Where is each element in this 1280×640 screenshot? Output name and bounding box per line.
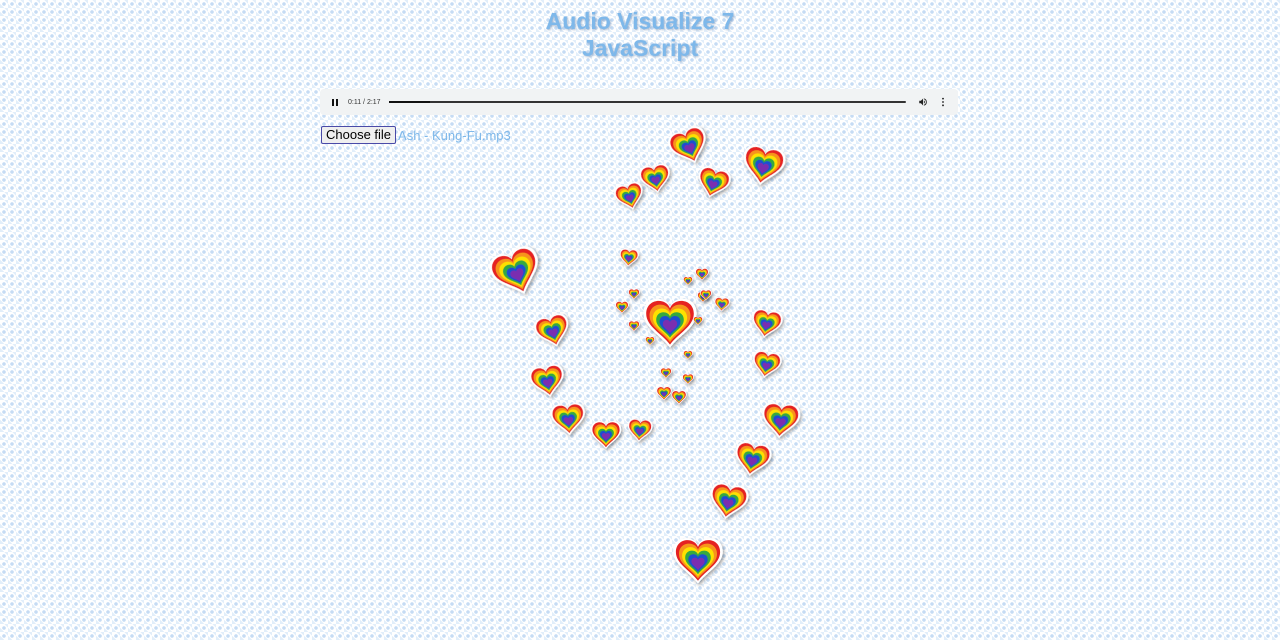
- rainbow-heart: [614, 182, 643, 210]
- rainbow-heart: [735, 441, 772, 476]
- pause-icon: [332, 98, 338, 106]
- rainbow-heart: [615, 301, 629, 314]
- rainbow-heart: [683, 276, 693, 286]
- rainbow-heart: [643, 298, 697, 348]
- rainbow-heart: [550, 402, 585, 436]
- rainbow-heart: [489, 246, 538, 294]
- rainbow-heart: [660, 367, 672, 379]
- rainbow-heart: [590, 421, 622, 450]
- more-vertical-icon: [942, 97, 944, 107]
- page-title: Audio Visualize 7 JavaScript: [0, 8, 1280, 62]
- rainbow-heart: [529, 364, 564, 397]
- rainbow-heart: [683, 350, 693, 360]
- rainbow-heart: [656, 386, 672, 401]
- rainbow-heart: [714, 297, 730, 312]
- rainbow-heart: [752, 308, 783, 338]
- rainbow-heart: [698, 166, 731, 198]
- more-options-button[interactable]: [936, 95, 950, 109]
- rainbow-heart: [710, 482, 749, 519]
- seek-bar-fill: [388, 101, 430, 103]
- file-input-row: Choose file Ash - Kung-Fu.mp3: [321, 126, 511, 144]
- audio-player[interactable]: 0:11 / 2:17: [320, 89, 958, 115]
- rainbow-heart: [743, 145, 786, 186]
- rainbow-heart: [697, 291, 709, 303]
- rainbow-heart: [695, 268, 709, 281]
- rainbow-heart: [645, 336, 655, 346]
- choose-file-button[interactable]: Choose file: [321, 126, 397, 144]
- volume-button[interactable]: [916, 95, 930, 109]
- rainbow-heart: [693, 316, 703, 326]
- rainbow-heart: [700, 289, 712, 301]
- time-display: 0:11 / 2:17: [348, 98, 381, 106]
- rainbow-heart: [639, 163, 670, 193]
- seek-bar[interactable]: [388, 101, 906, 103]
- selected-file-name: Ash - Kung-Fu.mp3: [398, 127, 511, 143]
- rainbow-heart: [762, 402, 801, 439]
- rainbow-heart: [671, 390, 687, 405]
- rainbow-heart: [673, 538, 723, 584]
- rainbow-heart: [619, 248, 639, 267]
- pause-button[interactable]: [328, 95, 342, 109]
- title-line-1: Audio Visualize 7: [545, 8, 735, 34]
- volume-icon: [919, 98, 927, 106]
- title-line-2: JavaScript: [581, 35, 699, 61]
- rainbow-heart: [628, 288, 640, 300]
- rainbow-heart: [753, 350, 782, 378]
- rainbow-heart: [682, 373, 694, 385]
- rainbow-heart: [628, 320, 640, 332]
- rainbow-heart: [534, 313, 569, 347]
- rainbow-heart: [627, 418, 653, 442]
- rainbow-heart: [668, 126, 706, 163]
